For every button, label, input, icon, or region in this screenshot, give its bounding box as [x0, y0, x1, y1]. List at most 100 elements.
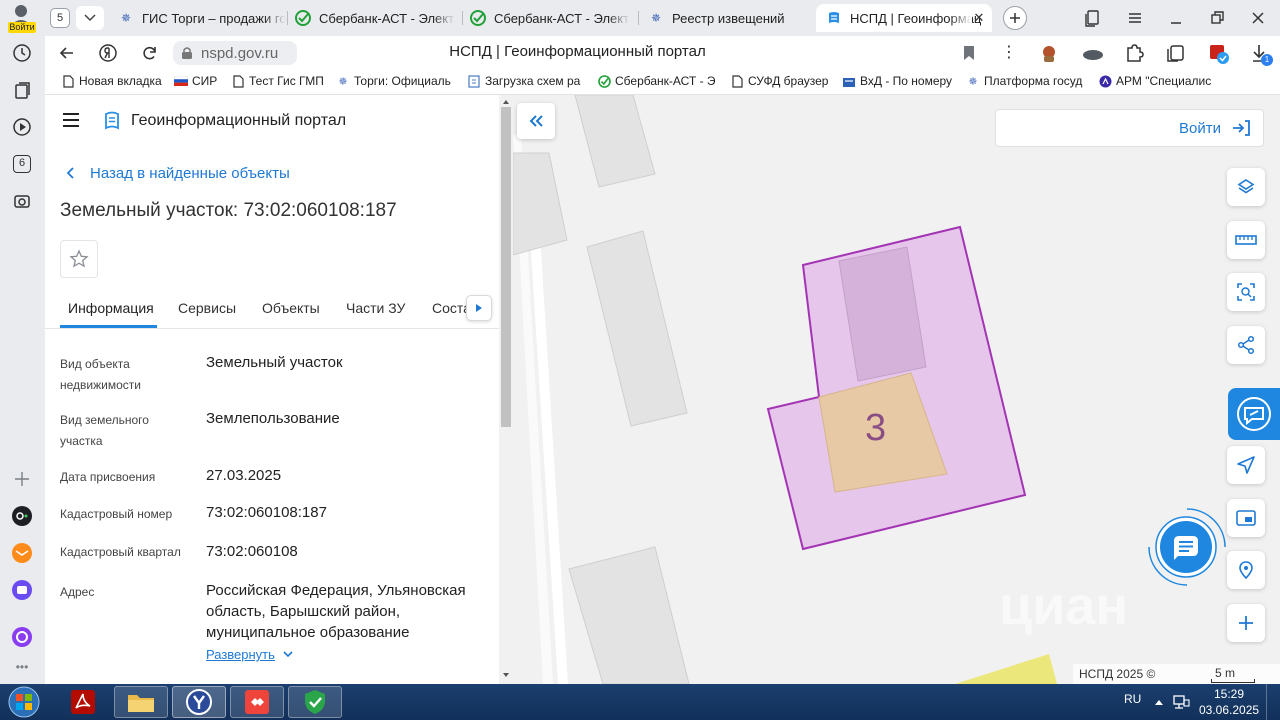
feedback-tab-button[interactable] — [1228, 388, 1280, 440]
portal-logo[interactable]: Геоинформационный портал — [103, 109, 363, 133]
bookmark-new-tab[interactable]: Новая вкладка — [61, 74, 162, 88]
favorite-button[interactable] — [60, 240, 98, 278]
add-panel-icon[interactable] — [11, 468, 33, 490]
network-icon[interactable] — [1172, 694, 1190, 710]
language-indicator[interactable]: RU — [1124, 692, 1141, 706]
clock-date[interactable]: 03.06.2025 — [1199, 703, 1259, 717]
bookmark-vhd-number[interactable]: ВхД - По номеру — [842, 74, 952, 88]
history-icon[interactable] — [11, 42, 33, 64]
alice-app-icon[interactable] — [11, 505, 33, 527]
portal-menu-button[interactable] — [61, 110, 81, 130]
bookmark-schema-upload[interactable]: Загрузка схем ра — [467, 74, 583, 88]
document-upload-icon — [467, 74, 481, 88]
yandex-home-button[interactable] — [98, 43, 118, 63]
pdf-extension-button[interactable] — [1207, 42, 1231, 66]
downloads-button[interactable]: 1 — [1249, 42, 1273, 66]
notes-icon[interactable] — [11, 79, 33, 101]
panel-scrollbar[interactable] — [499, 95, 513, 684]
minimap-button[interactable] — [1227, 499, 1265, 537]
reload-button[interactable] — [140, 43, 160, 63]
minimize-window-button[interactable] — [1166, 8, 1186, 28]
back-to-results-link[interactable]: Назад в найденные объекты — [65, 162, 290, 184]
zoom-in-button[interactable] — [1227, 604, 1265, 642]
sidebar-counter-badge[interactable]: 6 — [11, 153, 33, 175]
close-window-button[interactable] — [1248, 8, 1268, 28]
property-value-assign-date: 27.03.2025 — [206, 467, 282, 484]
layers-button[interactable] — [1227, 168, 1265, 206]
tab-sberbank-ast-1[interactable]: Сбербанк-АСТ - Электр — [295, 4, 455, 32]
tabs-scroll-right-button[interactable] — [466, 295, 492, 321]
bookmark-sufd-browser[interactable]: СУФД браузер — [730, 74, 828, 88]
arm-logo-icon — [1098, 74, 1112, 88]
tab-services[interactable]: Сервисы — [178, 300, 236, 316]
map-building — [574, 95, 656, 188]
url-pill[interactable]: nspd.gov.ru — [173, 41, 297, 65]
bookmark-torgi[interactable]: ✵ Торги: Официаль — [336, 74, 453, 88]
map-view[interactable]: 3 циан Войти НСПД 2025 © 5 m — [513, 95, 1280, 684]
bookmarks-bar: Новая вкладка СИР Тест Гис ГМП ✵ Торги: … — [45, 70, 1280, 95]
scroll-down-arrow-icon[interactable] — [499, 670, 513, 680]
geolocation-button[interactable] — [1227, 551, 1265, 589]
bookmark-test-gis-gmp[interactable]: Тест Гис ГМП — [231, 74, 324, 88]
tab-objects[interactable]: Объекты — [262, 300, 320, 316]
extension-2-button[interactable] — [1081, 42, 1105, 66]
close-tab-icon[interactable]: ✕ — [972, 11, 986, 25]
extension-1-button[interactable] — [1037, 42, 1061, 66]
back-button[interactable] — [57, 43, 77, 63]
taskbar-anydesk[interactable] — [230, 686, 284, 718]
yandex-mail-icon[interactable] — [11, 542, 33, 564]
more-dots-icon[interactable]: ••• — [11, 656, 33, 678]
browser-menu-button[interactable] — [1125, 8, 1145, 28]
screenshot-icon[interactable] — [11, 190, 33, 212]
area-select-button[interactable] — [1227, 273, 1265, 311]
tabs-dropdown-button[interactable] — [76, 6, 104, 30]
tab-registry-notices[interactable]: ✵ Реестр извещений — [648, 4, 808, 32]
tab-information[interactable]: Информация — [60, 293, 157, 328]
collections-button[interactable] — [1083, 8, 1103, 28]
share-button[interactable] — [1227, 326, 1265, 364]
tabs-sidebar-button[interactable] — [1165, 42, 1187, 64]
taskbar-explorer[interactable] — [114, 686, 168, 718]
scroll-up-arrow-icon[interactable] — [499, 97, 513, 107]
start-button[interactable] — [6, 685, 42, 719]
bookmark-sberbank-ast[interactable]: Сбербанк-АСТ - Э — [597, 74, 717, 88]
measure-button[interactable] — [1227, 221, 1265, 259]
scrollbar-thumb[interactable] — [501, 107, 511, 427]
taskbar-acrobat[interactable] — [56, 686, 110, 718]
locate-button[interactable] — [1227, 446, 1265, 484]
nspd-logo-icon — [826, 10, 842, 26]
alice-assistant-icon[interactable] — [11, 626, 33, 648]
restore-window-button[interactable] — [1207, 8, 1227, 28]
tab-sberbank-ast-2[interactable]: Сбербанк-АСТ - Электр — [470, 4, 630, 32]
inbox-tray-icon — [842, 74, 856, 88]
profile-button[interactable]: Войти — [4, 2, 38, 34]
login-button[interactable]: Войти — [995, 109, 1264, 147]
tab-nspd-active[interactable]: НСПД | Геоинформац ✕ — [816, 4, 992, 32]
taskbar-security[interactable] — [288, 686, 342, 718]
new-tab-button[interactable] — [1003, 6, 1027, 30]
tray-expand-icon[interactable] — [1154, 698, 1164, 706]
messenger-app-icon[interactable] — [11, 579, 33, 601]
extensions-button[interactable] — [1123, 42, 1145, 64]
show-desktop-button[interactable] — [1266, 684, 1280, 720]
property-value-cadastral-quarter: 73:02:060108 — [206, 543, 298, 560]
pdf-shield-icon — [1210, 45, 1229, 64]
page-menu-button[interactable]: ⋮ — [1001, 43, 1017, 63]
object-title: Земельный участок: 73:02:060108:187 — [60, 200, 397, 221]
tab-gis-torgi[interactable]: ✵ ГИС Торги – продажи го — [118, 4, 286, 32]
clock-time[interactable]: 15:29 — [1203, 687, 1255, 701]
yandex-browser-icon — [186, 689, 212, 715]
tab-counter[interactable]: 5 — [50, 8, 70, 28]
chevron-left-icon — [66, 167, 74, 179]
tab-parts[interactable]: Части ЗУ — [346, 300, 405, 316]
collapse-panel-button[interactable] — [517, 103, 555, 139]
taskbar-yandex-browser[interactable] — [172, 686, 226, 718]
support-chat-button[interactable] — [1147, 507, 1227, 587]
bookmark-page-button[interactable] — [959, 43, 979, 63]
bookmark-gov-platform[interactable]: ✵ Платформа госуд — [966, 74, 1087, 88]
expand-address-link[interactable]: Развернуть — [206, 647, 293, 662]
bookmark-sir[interactable]: СИР — [174, 74, 217, 88]
nspd-logo-icon — [105, 111, 119, 130]
play-icon[interactable] — [11, 116, 33, 138]
bookmark-arm-specialist[interactable]: АРМ "Специалис — [1098, 74, 1221, 88]
